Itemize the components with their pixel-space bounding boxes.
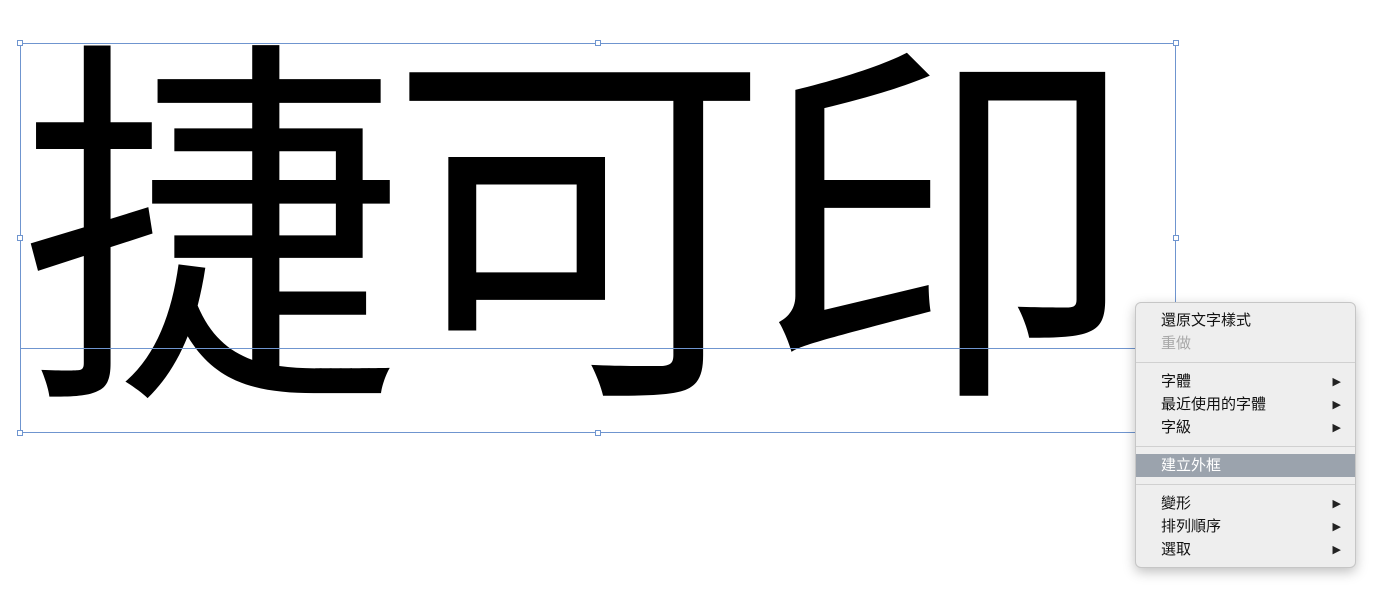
menu-item-create-outlines[interactable]: 建立外框	[1136, 454, 1355, 477]
text-baseline	[20, 348, 1176, 349]
submenu-arrow-icon: ▶	[1332, 497, 1341, 510]
handle-top-right[interactable]	[1173, 40, 1179, 46]
handle-top-center[interactable]	[595, 40, 601, 46]
menu-item-redo: 重做	[1136, 332, 1355, 355]
menu-item-label: 變形	[1161, 494, 1192, 512]
menu-item-undo-text-style[interactable]: 還原文字樣式	[1136, 309, 1355, 332]
menu-item-label: 最近使用的字體	[1161, 395, 1267, 413]
menu-item-select[interactable]: 選取 ▶	[1136, 538, 1355, 561]
submenu-arrow-icon: ▶	[1332, 375, 1341, 388]
submenu-arrow-icon: ▶	[1332, 543, 1341, 556]
submenu-arrow-icon: ▶	[1332, 421, 1341, 434]
menu-item-font-size[interactable]: 字級 ▶	[1136, 416, 1355, 439]
menu-item-label: 字級	[1161, 418, 1192, 436]
menu-item-label: 排列順序	[1161, 517, 1222, 535]
context-menu: 還原文字樣式 重做 字體 ▶ 最近使用的字體 ▶ 字級 ▶ 建立外框 變形 ▶ …	[1135, 302, 1356, 568]
menu-item-recent-fonts[interactable]: 最近使用的字體 ▶	[1136, 393, 1355, 416]
submenu-arrow-icon: ▶	[1332, 520, 1341, 533]
handle-bottom-center[interactable]	[595, 430, 601, 436]
selection-bounding-box	[20, 43, 1176, 433]
menu-item-label: 還原文字樣式	[1161, 311, 1252, 329]
menu-separator	[1136, 362, 1355, 363]
handle-middle-right[interactable]	[1173, 235, 1179, 241]
menu-separator	[1136, 446, 1355, 447]
menu-item-label: 字體	[1161, 372, 1192, 390]
menu-item-font[interactable]: 字體 ▶	[1136, 370, 1355, 393]
menu-item-label: 重做	[1161, 334, 1192, 352]
menu-item-label: 選取	[1161, 540, 1192, 558]
menu-item-transform[interactable]: 變形 ▶	[1136, 492, 1355, 515]
menu-item-arrange[interactable]: 排列順序 ▶	[1136, 515, 1355, 538]
handle-middle-left[interactable]	[17, 235, 23, 241]
menu-separator	[1136, 484, 1355, 485]
handle-top-left[interactable]	[17, 40, 23, 46]
menu-item-label: 建立外框	[1161, 456, 1222, 474]
handle-bottom-left[interactable]	[17, 430, 23, 436]
submenu-arrow-icon: ▶	[1332, 398, 1341, 411]
